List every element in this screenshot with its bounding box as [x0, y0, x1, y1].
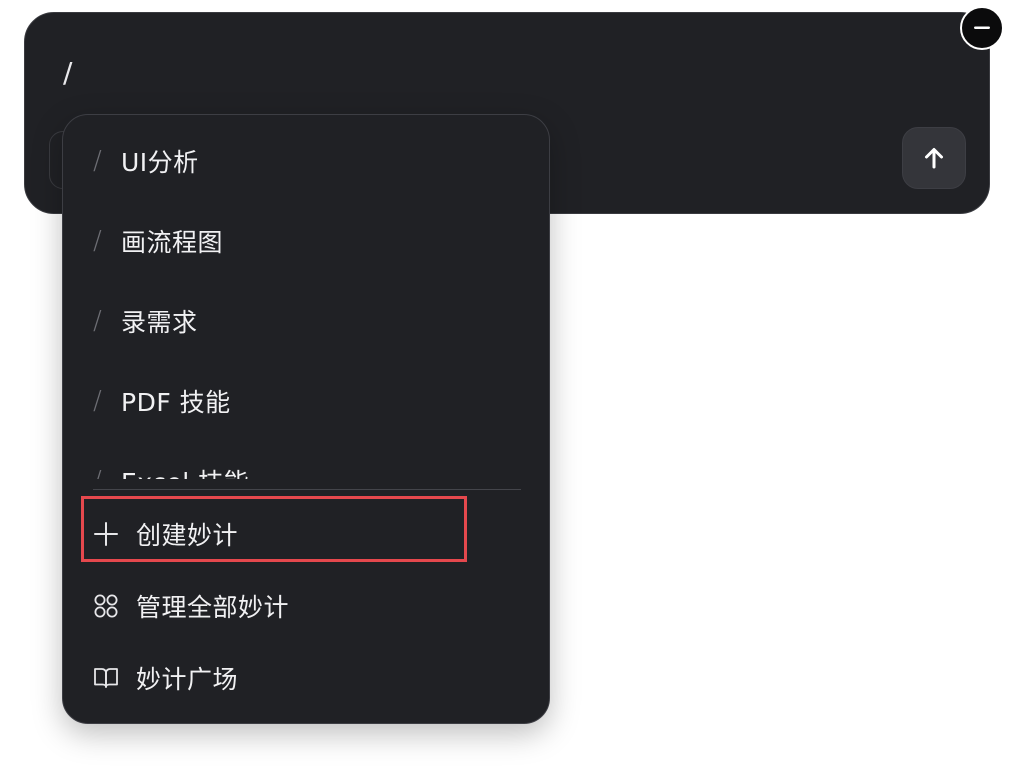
- minus-icon: [974, 26, 990, 29]
- skills-list[interactable]: / UI分析 / 画流程图 / 录需求 / PDF 技能 / Excel 技能: [63, 115, 549, 479]
- manage-all-skills-label: 管理全部妙计: [136, 593, 290, 622]
- grid-circles-icon: [93, 593, 119, 619]
- slash-icon: /: [93, 146, 102, 176]
- send-button[interactable]: [902, 127, 966, 189]
- skill-label: Excel 技能: [121, 463, 249, 479]
- skill-item-excel[interactable]: / Excel 技能: [63, 441, 549, 479]
- skill-label: 画流程图: [121, 228, 224, 257]
- slash-icon: /: [93, 386, 102, 416]
- skill-label: PDF 技能: [121, 388, 231, 417]
- create-skill-item[interactable]: 创建妙计: [63, 500, 549, 568]
- create-skill-label: 创建妙计: [136, 521, 239, 550]
- arrow-up-icon: [925, 148, 943, 169]
- skill-label: 录需求: [121, 308, 198, 337]
- slash-icon: /: [93, 466, 102, 479]
- stage: / / UI分析 / 画流程图 / 录需求 / PDF 技能 创建妙计 管理全部…: [0, 0, 1020, 772]
- plus-icon: [93, 521, 119, 547]
- skill-plaza-item[interactable]: 妙计广场: [63, 644, 549, 712]
- skill-item-ui-analysis[interactable]: / UI分析: [63, 121, 549, 201]
- manage-all-skills-item[interactable]: 管理全部妙计: [63, 572, 549, 640]
- skills-popup-menu: / UI分析 / 画流程图 / 录需求 / PDF 技能 / Excel 技能: [62, 114, 550, 724]
- skill-item-record-requirements[interactable]: / 录需求: [63, 281, 549, 361]
- menu-divider: [93, 489, 521, 490]
- skill-label: UI分析: [121, 148, 199, 177]
- skill-item-flowchart[interactable]: / 画流程图: [63, 201, 549, 281]
- composer-input[interactable]: /: [63, 55, 72, 91]
- open-book-icon: [93, 665, 119, 691]
- collapse-button[interactable]: [960, 6, 1004, 50]
- skill-item-pdf[interactable]: / PDF 技能: [63, 361, 549, 441]
- slash-icon: /: [93, 306, 102, 336]
- skill-plaza-label: 妙计广场: [136, 665, 239, 694]
- slash-icon: /: [93, 226, 102, 256]
